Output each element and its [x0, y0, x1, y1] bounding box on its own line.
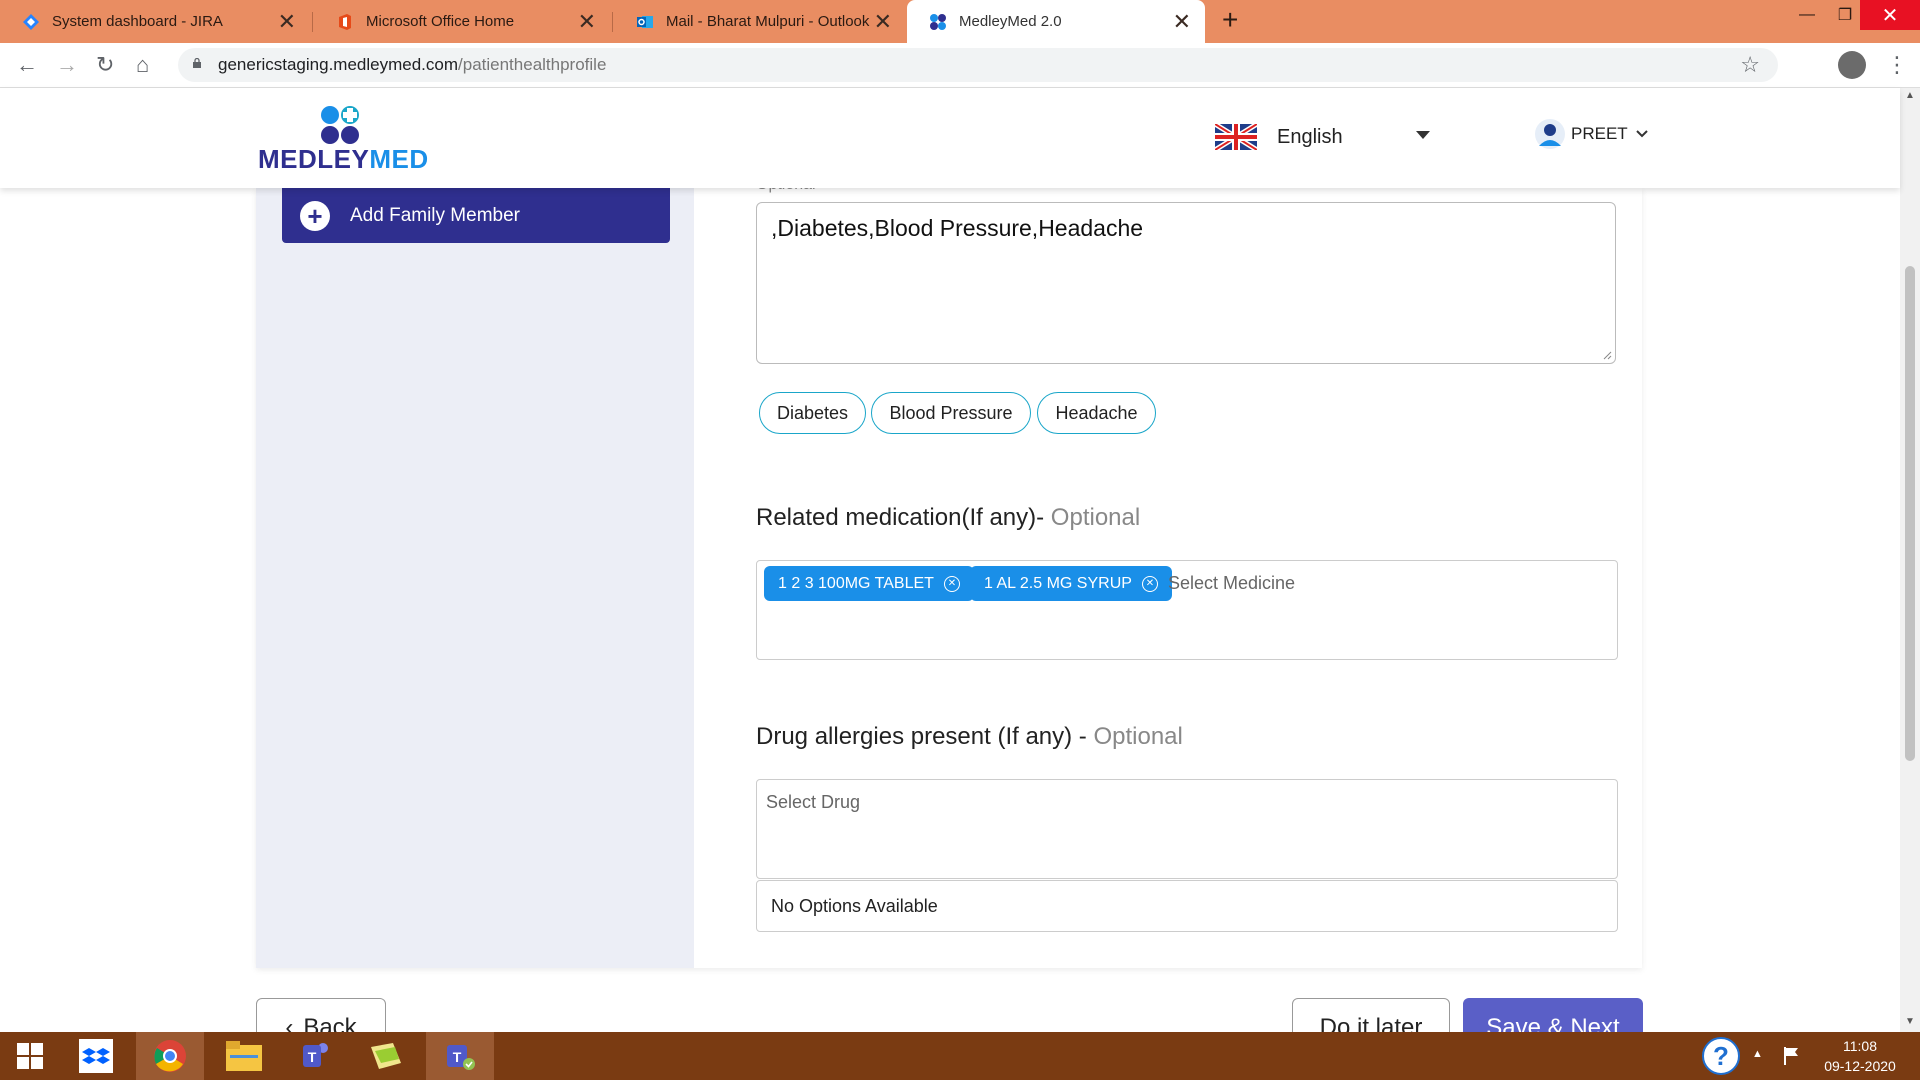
- tag-label: 1 2 3 100MG TABLET: [778, 574, 934, 592]
- uk-flag-icon: [1215, 124, 1257, 150]
- url-text: genericstaging.medleymed.com/patientheal…: [218, 55, 606, 75]
- chip-label: Blood Pressure: [889, 402, 1013, 423]
- chrome-icon[interactable]: [136, 1032, 204, 1080]
- condition-chip-diabetes[interactable]: Diabetes: [759, 392, 866, 434]
- tab-outlook[interactable]: Mail - Bharat Mulpuri - Outlook ✕: [614, 0, 906, 43]
- lock-icon: [193, 58, 201, 68]
- svg-text:T: T: [308, 1049, 317, 1065]
- conditions-textarea[interactable]: ,Diabetes,Blood Pressure,Headache: [756, 202, 1616, 364]
- add-family-label: Add Family Member: [350, 204, 520, 226]
- window-close-icon[interactable]: ✕: [1860, 0, 1920, 30]
- outlook-icon: [637, 15, 653, 28]
- profile-avatar[interactable]: [1838, 51, 1866, 79]
- medication-title-text: Related medication(If any)-: [756, 504, 1051, 531]
- drug-search-input[interactable]: Select Drug: [766, 792, 860, 813]
- medication-tag[interactable]: 1 AL 2.5 MG SYRUP ✕: [970, 566, 1172, 601]
- logo-part2: MED: [369, 144, 429, 174]
- resize-handle-icon[interactable]: [1602, 350, 1612, 360]
- teams-icon[interactable]: T: [426, 1032, 494, 1080]
- language-label: English: [1277, 125, 1343, 148]
- close-icon[interactable]: ✕: [874, 10, 892, 33]
- medication-optional: Optional: [1050, 504, 1141, 531]
- url-bar[interactable]: genericstaging.medleymed.com/patientheal…: [178, 48, 1778, 82]
- tab-jira[interactable]: System dashboard - JIRA ✕: [0, 0, 310, 43]
- reload-icon[interactable]: ↻: [96, 52, 114, 78]
- jira-icon: [23, 13, 39, 30]
- allergy-title-text: Drug allergies present (If any) -: [756, 723, 1094, 750]
- teams-icon[interactable]: T: [284, 1032, 344, 1080]
- svg-text:T: T: [453, 1049, 462, 1065]
- home-icon[interactable]: ⌂: [136, 52, 149, 78]
- clock-date: 09-12-2020: [1824, 1058, 1896, 1074]
- dropdown-no-options: No Options Available: [756, 880, 1618, 932]
- tab-divider: [312, 12, 313, 32]
- forward-arrow-icon[interactable]: →: [56, 52, 78, 78]
- condition-chip-blood-pressure[interactable]: Blood Pressure: [871, 392, 1031, 434]
- page-scrollbar[interactable]: ▲ ▼: [1900, 88, 1920, 1032]
- user-avatar-icon: [1535, 119, 1565, 149]
- remove-tag-icon[interactable]: ✕: [1141, 575, 1158, 592]
- site-header: MEDLEYMED English PREET: [0, 88, 1900, 188]
- medicine-search-input[interactable]: Select Medicine: [1168, 573, 1295, 594]
- medication-section-title: Related medication(If any)- Optional: [756, 504, 1140, 532]
- new-tab-button[interactable]: +: [1222, 4, 1238, 36]
- sticky-notes-icon[interactable]: [356, 1032, 416, 1080]
- menu-dots-icon[interactable]: ⋮: [1886, 52, 1908, 78]
- dropbox-icon[interactable]: [66, 1032, 126, 1080]
- chevron-down-icon: [1635, 130, 1648, 138]
- tab-medleymed[interactable]: MedleyMed 2.0 ✕: [907, 0, 1205, 43]
- url-domain: genericstaging.medleymed.com: [218, 55, 459, 74]
- scroll-down-icon[interactable]: ▼: [1905, 1016, 1915, 1027]
- tab-title: Microsoft Office Home: [366, 13, 515, 30]
- tab-divider: [612, 12, 613, 32]
- remove-tag-icon[interactable]: ✕: [943, 575, 960, 592]
- allergy-section-title: Drug allergies present (If any) - Option…: [756, 723, 1183, 751]
- chevron-up-icon[interactable]: ▲: [1752, 1048, 1763, 1060]
- scroll-up-icon[interactable]: ▲: [1905, 90, 1915, 101]
- medication-tag[interactable]: 1 2 3 100MG TABLET ✕: [764, 566, 974, 601]
- url-path: /patienthealthprofile: [458, 55, 607, 74]
- chevron-down-icon[interactable]: [1415, 130, 1431, 140]
- logo-wordmark[interactable]: MEDLEYMED: [258, 144, 429, 175]
- flag-icon[interactable]: [1782, 1046, 1800, 1066]
- medleymed-icon: [930, 13, 946, 30]
- tab-title: Mail - Bharat Mulpuri - Outlook: [666, 13, 870, 30]
- windows-start-icon[interactable]: [0, 1032, 60, 1080]
- back-arrow-icon[interactable]: ←: [16, 52, 38, 78]
- tag-label: 1 AL 2.5 MG SYRUP: [984, 574, 1132, 592]
- office-icon: [339, 13, 351, 30]
- add-family-member-button[interactable]: + Add Family Member: [282, 188, 670, 243]
- user-menu[interactable]: PREET: [1535, 118, 1648, 150]
- tab-title: MedleyMed 2.0: [959, 13, 1062, 30]
- no-options-text: No Options Available: [771, 895, 938, 916]
- clock-time: 11:08: [1843, 1038, 1877, 1054]
- sidebar-panel: [256, 188, 694, 968]
- user-name: PREET: [1571, 124, 1628, 143]
- allergy-optional: Optional: [1093, 723, 1183, 750]
- medleymed-logo-icon[interactable]: [318, 104, 362, 146]
- help-icon[interactable]: ?: [1702, 1037, 1740, 1075]
- chip-label: Diabetes: [776, 402, 849, 423]
- scroll-thumb[interactable]: [1905, 266, 1915, 761]
- conditions-value: ,Diabetes,Blood Pressure,Headache: [771, 215, 1144, 241]
- plus-icon: +: [300, 200, 330, 231]
- logo-part1: MEDLEY: [258, 144, 370, 174]
- condition-chip-headache[interactable]: Headache: [1037, 392, 1156, 434]
- tab-office[interactable]: Microsoft Office Home ✕: [314, 0, 610, 43]
- close-icon[interactable]: ✕: [278, 10, 296, 33]
- taskbar-clock[interactable]: 11:08 09-12-2020: [1810, 1036, 1910, 1076]
- file-explorer-icon[interactable]: [214, 1032, 274, 1080]
- chip-label: Headache: [1055, 402, 1138, 423]
- drug-select[interactable]: [756, 779, 1618, 879]
- tab-title: System dashboard - JIRA: [52, 13, 223, 30]
- close-icon[interactable]: ✕: [578, 10, 596, 33]
- language-selector[interactable]: English: [1215, 124, 1343, 150]
- browser-tab-bar: System dashboard - JIRA ✕ Microsoft Offi…: [0, 0, 1920, 43]
- close-icon[interactable]: ✕: [1173, 10, 1191, 33]
- bookmark-star-icon[interactable]: ☆: [1740, 52, 1760, 78]
